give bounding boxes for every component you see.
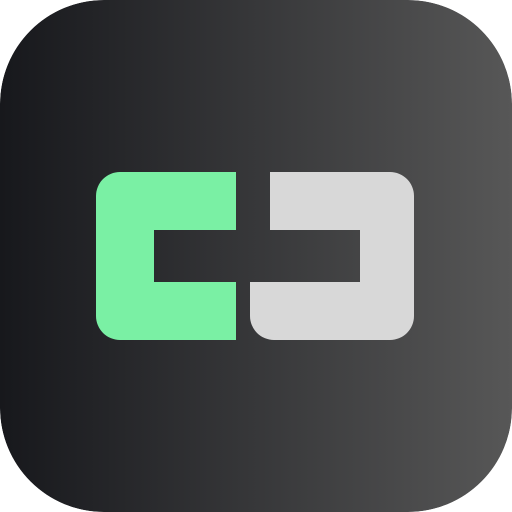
link-icon (0, 0, 512, 512)
app-icon (0, 0, 512, 512)
